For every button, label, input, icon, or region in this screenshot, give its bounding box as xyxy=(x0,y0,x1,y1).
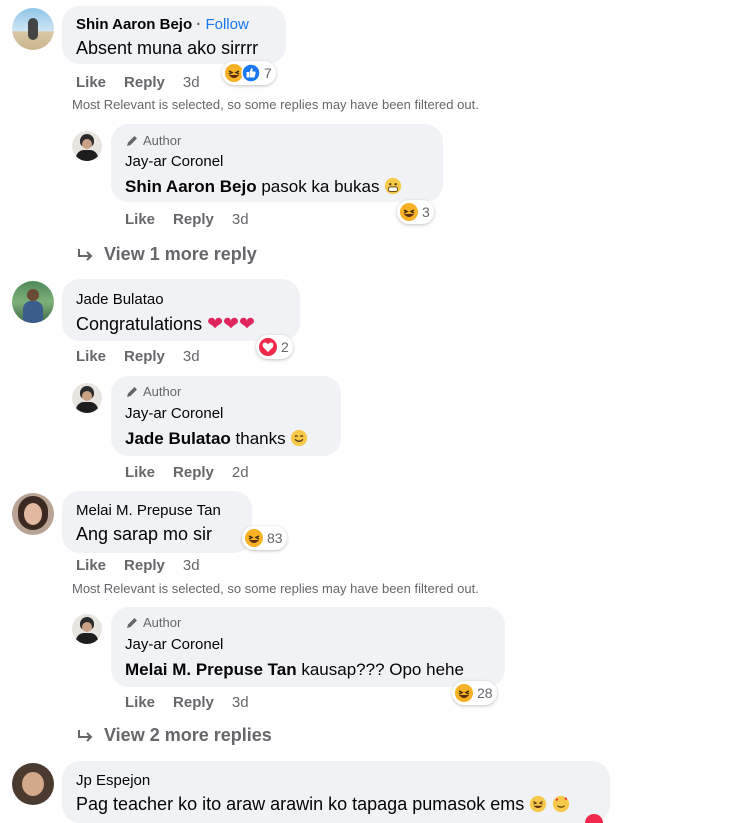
reaction-count: 2 xyxy=(281,339,289,355)
mention-link[interactable]: Jade Bulatao xyxy=(125,429,231,448)
comment-text: Congratulations ❤❤❤ xyxy=(76,313,255,336)
smiling-hearts-emoji xyxy=(553,795,570,813)
avatar[interactable] xyxy=(12,8,54,50)
mention-link[interactable]: Melai M. Prepuse Tan xyxy=(125,660,297,679)
reaction-summary[interactable]: 28 xyxy=(452,681,497,705)
timestamp[interactable]: 2d xyxy=(232,464,249,481)
reply-text: Shin Aaron Bejo pasok ka bukas xyxy=(125,177,402,197)
author-badge: Author xyxy=(125,384,181,399)
comment-actions: Like Reply 3d xyxy=(76,557,200,574)
pencil-icon xyxy=(127,135,137,146)
follow-button[interactable]: Follow xyxy=(205,16,248,33)
comment-text: Absent muna ako sirrrr xyxy=(76,38,259,58)
reply-arrow-icon xyxy=(78,729,93,742)
reaction-count: 28 xyxy=(477,685,493,701)
reply-author[interactable]: Jay-ar Coronel xyxy=(125,153,223,170)
reaction-count: 83 xyxy=(267,530,283,546)
reply-button[interactable]: Reply xyxy=(124,74,165,91)
author-badge-label: Author xyxy=(143,384,182,399)
reply-text: Jade Bulatao thanks xyxy=(125,429,308,449)
reply-author[interactable]: Jay-ar Coronel xyxy=(125,636,223,653)
reaction-count: 3 xyxy=(422,204,430,220)
comment-author: Shin Aaron Bejo · Follow xyxy=(76,16,249,33)
reply-body: kausap??? Opo hehe xyxy=(296,660,464,679)
like-button[interactable]: Like xyxy=(76,557,106,574)
comment-actions: Like Reply 3d xyxy=(76,74,200,91)
reply-arrow-icon xyxy=(78,248,93,261)
avatar[interactable] xyxy=(72,614,102,644)
haha-reaction-icon xyxy=(455,684,473,702)
like-button[interactable]: Like xyxy=(125,464,155,481)
like-button[interactable]: Like xyxy=(76,348,106,365)
view-more-replies[interactable]: View 2 more replies xyxy=(76,725,272,746)
smiling-emoji xyxy=(291,429,308,447)
haha-reaction-icon xyxy=(400,203,418,221)
reply-actions: Like Reply 3d xyxy=(125,694,249,711)
reaction-count: 7 xyxy=(264,65,272,81)
view-more-label[interactable]: View 1 more reply xyxy=(104,244,257,265)
view-more-label[interactable]: View 2 more replies xyxy=(104,725,272,746)
avatar[interactable] xyxy=(72,131,102,161)
grinning-emoji xyxy=(385,177,402,195)
reply-actions: Like Reply 2d xyxy=(125,464,249,481)
reaction-summary[interactable]: 83 xyxy=(242,526,287,550)
filter-note: Most Relevant is selected, so some repli… xyxy=(72,97,479,112)
reply-text: Melai M. Prepuse Tan kausap??? Opo hehe xyxy=(125,660,464,680)
haha-reaction-icon xyxy=(245,529,263,547)
follow-separator: · xyxy=(192,16,206,33)
comment-author[interactable]: Jp Espejon xyxy=(76,772,150,789)
like-button[interactable]: Like xyxy=(125,694,155,711)
comment-body: Congratulations xyxy=(76,314,203,334)
author-badge-label: Author xyxy=(143,615,182,630)
comment-body: Pag teacher ko ito araw arawin ko tapaga… xyxy=(76,794,525,814)
author-badge: Author xyxy=(125,133,181,148)
view-more-replies[interactable]: View 1 more reply xyxy=(76,244,257,265)
love-reaction-icon xyxy=(259,338,277,356)
comment-text: Ang sarap mo sir xyxy=(76,524,213,544)
timestamp[interactable]: 3d xyxy=(183,557,200,574)
avatar[interactable] xyxy=(12,493,54,535)
reply-button[interactable]: Reply xyxy=(124,348,165,365)
author-badge-label: Author xyxy=(143,133,182,148)
comment-text: Pag teacher ko ito araw arawin ko tapaga… xyxy=(76,794,570,815)
like-button[interactable]: Like xyxy=(125,211,155,228)
pencil-icon xyxy=(127,386,137,397)
timestamp[interactable]: 3d xyxy=(232,694,249,711)
reaction-summary[interactable]: 7 xyxy=(222,61,276,85)
like-reaction-icon xyxy=(241,63,261,83)
reply-button[interactable]: Reply xyxy=(173,464,214,481)
reply-button[interactable]: Reply xyxy=(173,694,214,711)
reply-button[interactable]: Reply xyxy=(173,211,214,228)
reply-body: thanks xyxy=(230,429,286,448)
author-badge: Author xyxy=(125,615,181,630)
reply-actions: Like Reply 3d xyxy=(125,211,249,228)
reaction-summary[interactable]: 3 xyxy=(397,200,434,224)
comment-author[interactable]: Melai M. Prepuse Tan xyxy=(76,502,221,519)
reply-body: pasok ka bukas xyxy=(256,177,380,196)
reply-author[interactable]: Jay-ar Coronel xyxy=(125,405,223,422)
comment-actions: Like Reply 3d xyxy=(76,348,200,365)
timestamp[interactable]: 3d xyxy=(183,348,200,365)
like-button[interactable]: Like xyxy=(76,74,106,91)
timestamp[interactable]: 3d xyxy=(232,211,249,228)
avatar[interactable] xyxy=(12,763,54,805)
reply-button[interactable]: Reply xyxy=(124,557,165,574)
avatar[interactable] xyxy=(12,281,54,323)
comment-author[interactable]: Jade Bulatao xyxy=(76,291,164,308)
timestamp[interactable]: 3d xyxy=(183,74,200,91)
reaction-summary[interactable]: 2 xyxy=(256,335,293,359)
pencil-icon xyxy=(127,617,137,628)
rolling-laughing-emoji xyxy=(530,795,547,813)
avatar[interactable] xyxy=(72,383,102,413)
red-heart-emoji: ❤❤❤ xyxy=(207,314,255,335)
author-name[interactable]: Shin Aaron Bejo xyxy=(76,16,192,33)
mention-link[interactable]: Shin Aaron Bejo xyxy=(125,177,257,196)
reaction-summary-partial[interactable] xyxy=(583,814,605,823)
filter-note: Most Relevant is selected, so some repli… xyxy=(72,581,479,596)
